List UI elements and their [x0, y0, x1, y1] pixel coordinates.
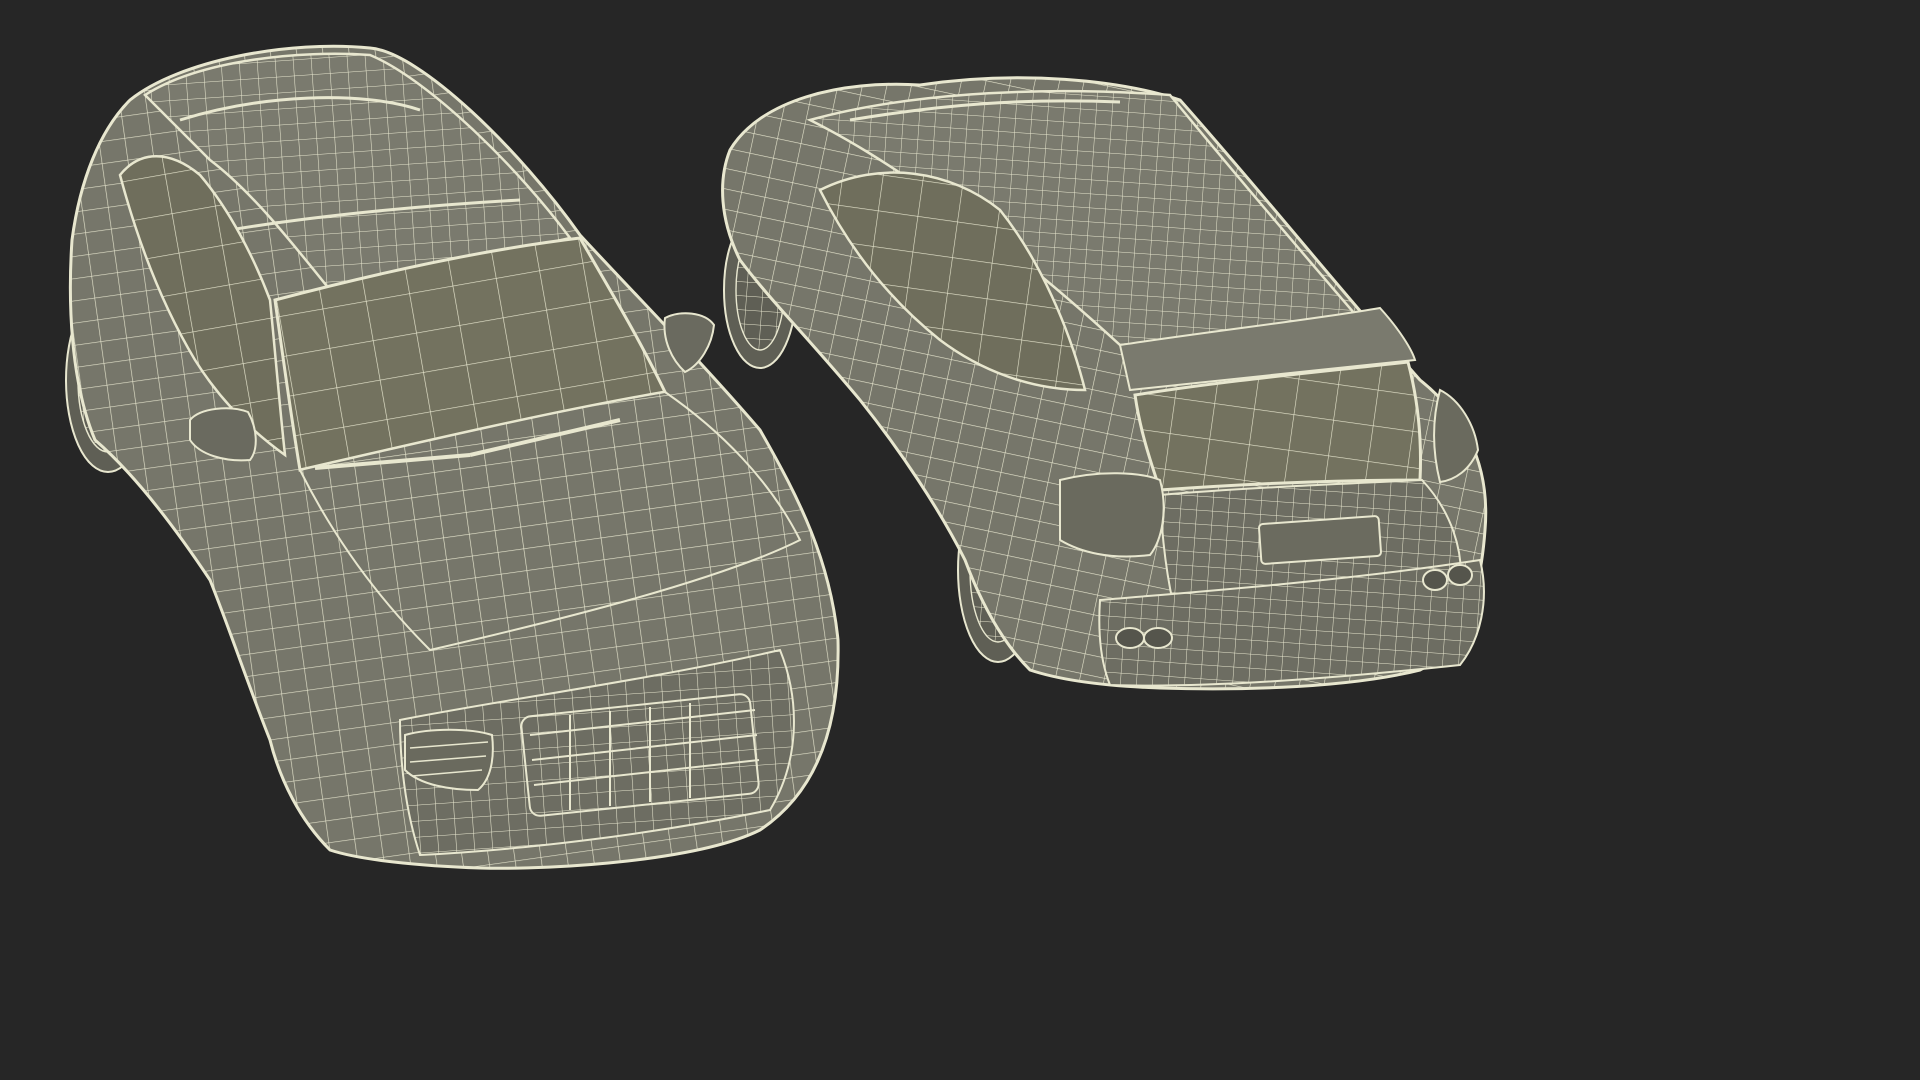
license-plate: [1258, 515, 1382, 565]
suv-wireframe-rear-view: [700, 40, 1520, 730]
car-rear-wireframe-icon: [721, 76, 1488, 691]
left-taillight: [1059, 472, 1165, 558]
render-viewport: [0, 0, 1568, 882]
